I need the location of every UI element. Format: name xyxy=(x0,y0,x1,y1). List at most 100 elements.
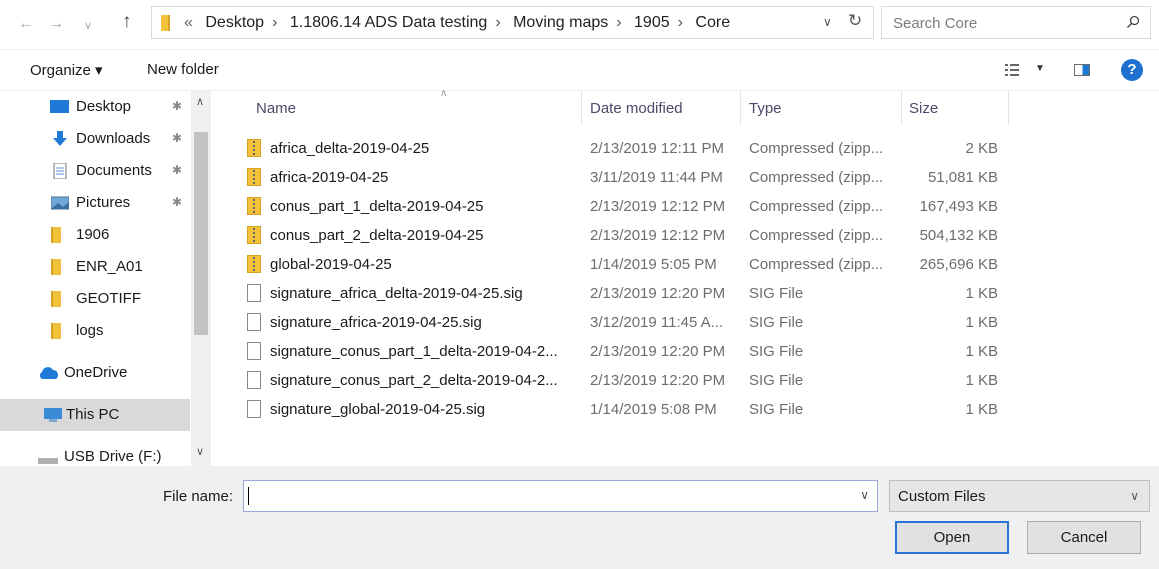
sidebar-item-enr-a01[interactable]: ENR_A01 xyxy=(0,251,190,283)
folder-icon xyxy=(51,323,61,339)
sidebar-item-desktop[interactable]: Desktop ✱ xyxy=(0,91,190,123)
sidebar-item-label: Downloads xyxy=(76,130,151,147)
zip-folder-icon xyxy=(247,139,261,157)
zip-folder-icon xyxy=(247,226,261,244)
file-row[interactable]: signature_global-2019-04-25.sig 1/14/2019… xyxy=(215,395,1159,424)
column-header-date[interactable]: Date modified xyxy=(590,91,683,125)
breadcrumb-item[interactable]: 1.1806.14 ADS Data testing xyxy=(290,14,487,31)
sidebar-item-onedrive[interactable]: OneDrive xyxy=(0,357,190,389)
file-type-select[interactable]: Custom Files ∨ xyxy=(889,480,1150,512)
column-header-type[interactable]: Type xyxy=(749,91,782,125)
file-list: Name ∧ Date modified Type Size africa_de… xyxy=(215,88,1159,466)
sidebar-item-this-pc[interactable]: This PC xyxy=(0,399,190,431)
breadcrumb-item[interactable]: 1905 xyxy=(634,14,670,31)
column-header-size[interactable]: Size xyxy=(909,91,938,125)
open-button[interactable]: Open xyxy=(895,521,1009,554)
column-header-name[interactable]: Name ∧ xyxy=(256,88,447,125)
column-divider[interactable] xyxy=(901,91,902,125)
address-row: ← → ∨ ↑ « Desktop › 1.1806.14 ADS Data te… xyxy=(0,0,1159,48)
search-icon[interactable] xyxy=(1126,15,1140,29)
file-type-value: Custom Files xyxy=(898,488,986,505)
pin-icon: ✱ xyxy=(172,131,183,145)
file-row[interactable]: africa_delta-2019-04-25 2/13/2019 12:11 P… xyxy=(215,134,1159,163)
file-type: SIG File xyxy=(749,401,804,418)
file-row[interactable]: signature_conus_part_1_delta-2019-04-2..… xyxy=(215,337,1159,366)
chevron-down-icon[interactable]: ∨ xyxy=(860,488,869,502)
chevron-down-icon: ∨ xyxy=(1130,489,1139,503)
file-size: 51,081 KB xyxy=(927,169,998,186)
file-row[interactable]: africa-2019-04-25 3/11/2019 11:44 PM Compr… xyxy=(215,163,1159,192)
file-row[interactable]: conus_part_1_delta-2019-04-25 2/13/2019 1… xyxy=(215,192,1159,221)
file-row[interactable]: global-2019-04-25 1/14/2019 5:05 PM Compre… xyxy=(215,250,1159,279)
column-divider[interactable] xyxy=(740,91,741,125)
sidebar-item-label: USB Drive (F:) xyxy=(64,448,162,465)
file-date: 2/13/2019 12:20 PM xyxy=(590,343,726,360)
text-caret xyxy=(248,487,249,505)
scroll-up-icon[interactable]: ∧ xyxy=(196,95,204,108)
file-row[interactable]: conus_part_2_delta-2019-04-25 2/13/2019 1… xyxy=(215,221,1159,250)
file-name: signature_conus_part_1_delta-2019-04-2..… xyxy=(270,343,558,360)
scroll-down-icon[interactable]: ∨ xyxy=(196,445,204,458)
view-options-icon[interactable] xyxy=(1005,63,1019,77)
file-row[interactable]: signature_africa-2019-04-25.sig 3/12/2019… xyxy=(215,308,1159,337)
column-divider[interactable] xyxy=(1008,91,1009,125)
file-row[interactable]: signature_africa_delta-2019-04-25.sig 2/1… xyxy=(215,279,1159,308)
scrollbar-thumb[interactable] xyxy=(194,132,208,335)
file-size: 167,493 KB xyxy=(919,198,998,215)
file-size: 1 KB xyxy=(965,343,998,360)
search-input[interactable]: Search Core xyxy=(881,6,1151,39)
address-dropdown-icon[interactable]: ∨ xyxy=(823,15,832,29)
sidebar-item-label: logs xyxy=(76,322,104,339)
sidebar-item-label: Documents xyxy=(76,162,152,179)
column-divider[interactable] xyxy=(581,91,582,125)
file-name-input[interactable]: ∨ xyxy=(243,480,878,512)
sidebar-item-pictures[interactable]: Pictures ✱ xyxy=(0,187,190,219)
file-type: Compressed (zipp... xyxy=(749,198,884,215)
file-row[interactable]: signature_conus_part_2_delta-2019-04-2..… xyxy=(215,366,1159,395)
sidebar-item-label: GEOTIFF xyxy=(76,290,141,307)
file-name: africa_delta-2019-04-25 xyxy=(270,140,430,157)
file-name: conus_part_2_delta-2019-04-25 xyxy=(270,227,484,244)
breadcrumb-separator-icon[interactable]: › xyxy=(678,14,683,31)
recent-locations-chevron-icon[interactable]: ∨ xyxy=(84,14,92,38)
breadcrumb-item[interactable]: Desktop xyxy=(205,14,264,31)
sidebar-item-logs[interactable]: logs xyxy=(0,315,190,347)
pin-icon: ✱ xyxy=(172,99,183,113)
file-icon xyxy=(247,313,261,331)
folder-icon xyxy=(51,227,61,243)
up-arrow-icon[interactable]: ↑ xyxy=(122,10,132,34)
address-bar[interactable]: « Desktop › 1.1806.14 ADS Data testing › M… xyxy=(151,6,874,39)
organize-button[interactable]: Organize ▾ xyxy=(30,61,103,79)
preview-pane-icon[interactable] xyxy=(1074,64,1090,76)
file-date: 2/13/2019 12:12 PM xyxy=(590,198,726,215)
view-options-chevron-icon[interactable]: ▼ xyxy=(1035,63,1045,74)
file-size: 1 KB xyxy=(965,372,998,389)
file-type: SIG File xyxy=(749,372,804,389)
sidebar-item-label: 1906 xyxy=(76,226,110,243)
breadcrumb-overflow[interactable]: « xyxy=(184,14,193,31)
breadcrumb-item[interactable]: Core xyxy=(695,14,730,31)
sidebar-item-usb-drive[interactable]: USB Drive (F:) xyxy=(0,441,190,466)
file-name: signature_africa-2019-04-25.sig xyxy=(270,314,482,331)
sidebar-item-documents[interactable]: Documents ✱ xyxy=(0,155,190,187)
breadcrumb-separator-icon[interactable]: › xyxy=(616,14,621,31)
sidebar-item-1906[interactable]: 1906 xyxy=(0,219,190,251)
file-date: 2/13/2019 12:12 PM xyxy=(590,227,726,244)
breadcrumb-item[interactable]: Moving maps xyxy=(513,14,608,31)
sidebar-item-label: ENR_A01 xyxy=(76,258,143,275)
file-type: SIG File xyxy=(749,285,804,302)
back-arrow-icon[interactable]: ← xyxy=(18,12,34,36)
file-type: SIG File xyxy=(749,314,804,331)
navigation-scrollbar[interactable]: ∧ ∨ xyxy=(191,91,211,466)
sidebar-item-downloads[interactable]: Downloads ✱ xyxy=(0,123,190,155)
breadcrumb-separator-icon[interactable]: › xyxy=(272,14,277,31)
forward-arrow-icon[interactable]: → xyxy=(48,12,64,36)
navigation-pane: Desktop ✱ Downloads ✱ Documents ✱ Pictur… xyxy=(0,91,212,466)
sidebar-item-geotiff[interactable]: GEOTIFF xyxy=(0,283,190,315)
new-folder-button[interactable]: New folder xyxy=(147,61,219,78)
refresh-icon[interactable]: ↻ xyxy=(848,11,862,31)
help-icon[interactable]: ? xyxy=(1121,59,1143,81)
breadcrumb-separator-icon[interactable]: › xyxy=(495,14,500,31)
file-date: 2/13/2019 12:11 PM xyxy=(590,140,724,157)
cancel-button[interactable]: Cancel xyxy=(1027,521,1141,554)
